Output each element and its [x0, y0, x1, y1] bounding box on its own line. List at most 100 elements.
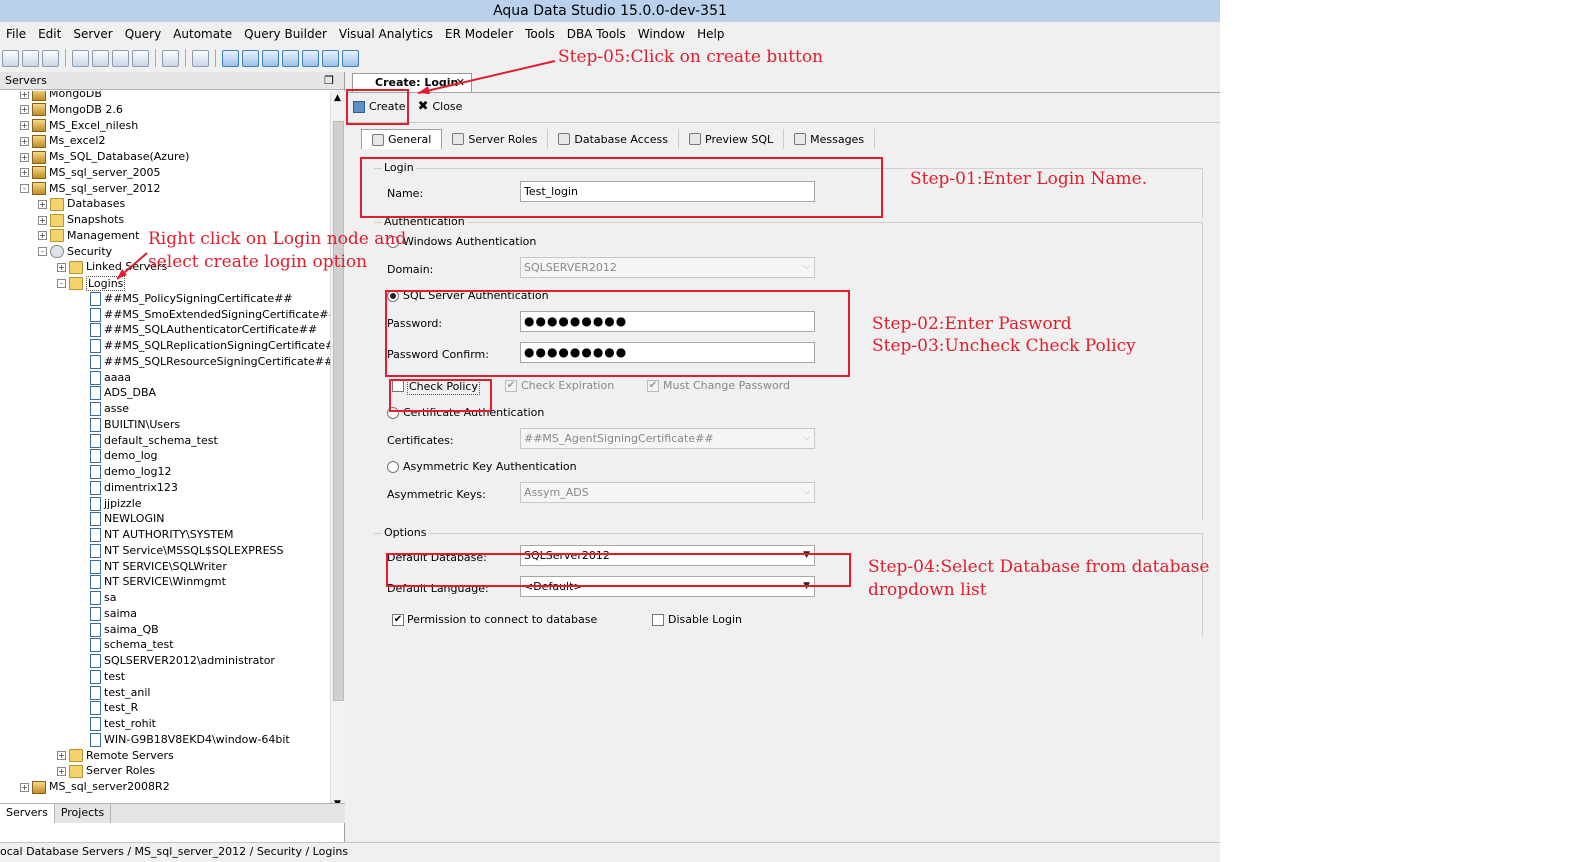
tree-login-item[interactable]: demo_log12 [90, 464, 171, 480]
tree-node[interactable]: + Snapshots [38, 212, 124, 228]
tree-login-item[interactable]: NT SERVICE\SQLWriter [90, 559, 227, 575]
tree-login-item[interactable]: dimentrix123 [90, 480, 178, 496]
tree-node[interactable]: + MongoDB 2.6 [20, 102, 123, 118]
tree-login-item[interactable]: ##MS_SmoExtendedSigningCertificate## [90, 307, 330, 323]
expand-icon[interactable]: + [57, 766, 66, 776]
tab-messages[interactable]: Messages [784, 129, 876, 149]
menu-item-er-modeler[interactable]: ER Modeler [439, 24, 519, 44]
menu-item-query-builder[interactable]: Query Builder [238, 24, 333, 44]
tree-login-item[interactable]: schema_test [90, 637, 174, 653]
expand-icon[interactable]: + [38, 215, 47, 225]
expand-icon[interactable]: + [20, 105, 29, 115]
asym-keys-select[interactable]: Assym_ADS ⌵ [520, 482, 815, 503]
menu-item-window[interactable]: Window [632, 24, 691, 44]
tree-login-item[interactable]: saima_QB [90, 622, 159, 638]
tree-node[interactable]: + Ms_SQL_Database(Azure) [20, 149, 189, 165]
tree-node[interactable]: - Logins [57, 275, 126, 291]
print-icon[interactable] [132, 49, 149, 67]
tree-login-item[interactable]: ##MS_SQLAuthenticatorCertificate## [90, 322, 317, 338]
tree-login-item[interactable]: asse [90, 401, 129, 417]
query-window-icon[interactable] [72, 49, 89, 67]
tree-login-item[interactable]: NT AUTHORITY\SYSTEM [90, 527, 234, 543]
tree-login-item[interactable]: test_rohit [90, 716, 156, 732]
tab-database-access[interactable]: Database Access [548, 129, 680, 149]
new-server-icon[interactable] [2, 49, 19, 67]
tree-login-item[interactable]: SQLSERVER2012\administrator [90, 653, 275, 669]
document-icon[interactable] [162, 49, 179, 67]
collapse-icon[interactable]: - [20, 184, 29, 193]
layout-3-icon[interactable] [262, 49, 279, 67]
permission-checkbox[interactable]: ✔ [392, 614, 404, 626]
scroll-thumb[interactable] [333, 121, 344, 701]
tree-login-item[interactable]: WIN-G9B18V8EKD4\window-64bit [90, 732, 290, 748]
layout-2-icon[interactable] [242, 49, 259, 67]
tree-login-item[interactable]: default_schema_test [90, 433, 218, 449]
expand-icon[interactable]: + [20, 152, 29, 162]
menu-item-server[interactable]: Server [67, 24, 118, 44]
tree-login-item[interactable]: demo_log [90, 448, 157, 464]
expand-icon[interactable]: + [20, 121, 29, 130]
tree-login-item[interactable]: ##MS_PolicySigningCertificate## [90, 291, 293, 307]
tree-node[interactable]: + MS_sql_server_2005 [20, 165, 161, 181]
tree-login-item[interactable]: ##MS_SQLReplicationSigningCertificate## [90, 338, 330, 354]
register-server-icon[interactable] [22, 49, 39, 67]
layout-6-icon[interactable] [322, 49, 339, 67]
tree-login-item[interactable]: aaaa [90, 370, 131, 386]
tab-preview-sql[interactable]: Preview SQL [679, 129, 785, 149]
tree-node[interactable]: + MS_Excel_nilesh [20, 118, 138, 134]
collapse-icon[interactable]: - [38, 247, 47, 256]
asym-auth-radio[interactable] [387, 461, 399, 473]
scroll-up-icon[interactable]: ▲ [334, 93, 341, 103]
expand-icon[interactable]: + [57, 751, 66, 760]
menu-item-query[interactable]: Query [119, 24, 167, 44]
chart-icon[interactable] [342, 49, 359, 67]
layout-4-icon[interactable] [282, 49, 299, 67]
tree-login-item[interactable]: BUILTIN\Users [90, 417, 180, 433]
edit-server-icon[interactable] [42, 49, 59, 67]
tree-login-item[interactable]: jjpizzle [90, 496, 142, 512]
tree-node[interactable]: + MongoDB [20, 91, 102, 102]
menu-item-file[interactable]: File [0, 24, 32, 44]
tree-login-item[interactable]: ADS_DBA [90, 385, 156, 401]
layout-5-icon[interactable] [302, 49, 319, 67]
menu-item-edit[interactable]: Edit [32, 24, 67, 44]
tree-login-item[interactable]: NT Service\MSSQL$SQLEXPRESS [90, 543, 284, 559]
tab-general[interactable]: General [361, 129, 443, 149]
tree-login-item[interactable]: test [90, 669, 125, 685]
domain-select[interactable]: SQLSERVER2012 ⌵ [520, 257, 815, 278]
tree-node[interactable]: - Security [38, 244, 112, 260]
menu-item-dba-tools[interactable]: DBA Tools [561, 24, 632, 44]
menu-item-visual-analytics[interactable]: Visual Analytics [333, 24, 439, 44]
menu-item-tools[interactable]: Tools [519, 24, 561, 44]
close-tab-icon[interactable]: ✕ [456, 74, 465, 91]
tree-node[interactable]: + MS_sql_server2008R2 [20, 779, 170, 795]
compare-icon[interactable] [112, 49, 129, 67]
tree-node[interactable]: + Databases [38, 196, 125, 212]
disable-login-checkbox[interactable] [652, 614, 664, 626]
expand-icon[interactable]: + [20, 168, 29, 178]
tree-login-item[interactable]: saima [90, 606, 137, 622]
menu-item-help[interactable]: Help [691, 24, 730, 44]
expand-icon[interactable]: + [20, 136, 29, 146]
tree-login-item[interactable]: test_anil [90, 685, 150, 701]
tree-node[interactable]: + Server Roles [57, 763, 155, 779]
restore-panel-icon[interactable]: ❐ [324, 72, 334, 89]
collapse-icon[interactable]: - [57, 278, 66, 288]
tree-node[interactable]: - MS_sql_server_2012 [20, 181, 161, 197]
tree-login-item[interactable]: NT SERVICE\Winmgmt [90, 574, 226, 590]
tab-projects[interactable]: Projects [55, 804, 112, 823]
tab-server-roles[interactable]: Server Roles [442, 129, 549, 149]
expand-icon[interactable]: + [38, 199, 47, 209]
tree-login-item[interactable]: NEWLOGIN [90, 511, 164, 527]
calculator-icon[interactable] [192, 49, 209, 67]
certificates-select[interactable]: ##MS_AgentSigningCertificate## ⌵ [520, 428, 815, 449]
tree-login-item[interactable]: test_R [90, 700, 138, 716]
menu-item-automate[interactable]: Automate [167, 24, 238, 44]
expand-icon[interactable]: + [20, 782, 29, 792]
tree-scrollbar[interactable]: ▲ ▼ [330, 91, 345, 813]
tree-login-item[interactable]: ##MS_SQLResourceSigningCertificate## [90, 354, 330, 370]
tree-node[interactable]: + Ms_excel2 [20, 133, 105, 149]
tree-node[interactable]: + Remote Servers [57, 748, 174, 764]
tree-node[interactable]: + Management [38, 228, 139, 244]
expand-icon[interactable]: + [38, 231, 47, 241]
